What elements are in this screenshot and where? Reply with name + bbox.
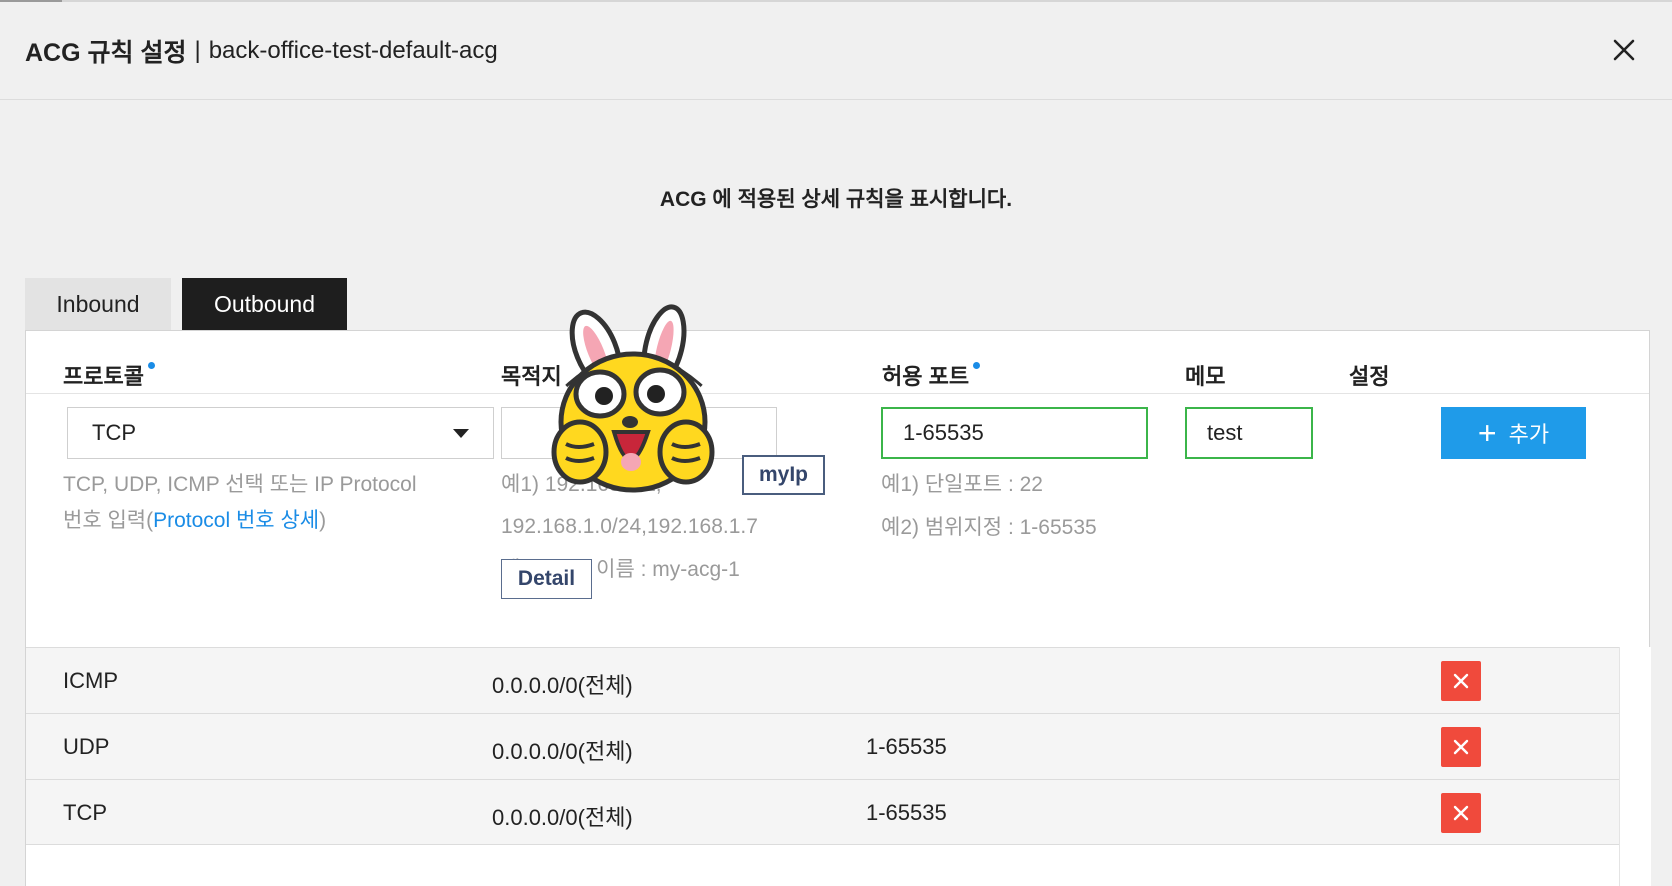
protocol-selected-value: TCP xyxy=(92,420,136,445)
protocol-number-link[interactable]: Protocol 번호 상세 xyxy=(153,509,319,532)
page-description: ACG 에 적용된 상세 규칙을 표시합니다. xyxy=(659,188,1013,211)
delete-rule-button[interactable] xyxy=(1441,793,1481,833)
plus-icon: + xyxy=(1477,415,1497,451)
rule-protocol: TCP xyxy=(63,800,107,825)
tab-outbound[interactable]: Outbound xyxy=(182,278,347,330)
tab-inbound[interactable]: Inbound xyxy=(25,278,171,330)
port-hint-line1: 예1) 단일포트 : 22 xyxy=(881,473,1043,496)
scrollbar[interactable] xyxy=(1619,647,1651,886)
close-button[interactable] xyxy=(1606,32,1642,68)
settings-header-label: 설정 xyxy=(1349,364,1390,389)
close-icon xyxy=(1453,673,1469,689)
rule-destination: 0.0.0.0/0(전체) xyxy=(492,805,633,830)
rule-protocol: ICMP xyxy=(63,668,118,693)
table-row: ICMP 0.0.0.0/0(전체) xyxy=(26,647,1619,713)
close-icon xyxy=(1613,39,1635,61)
port-header-label: 허용 포트 xyxy=(882,364,970,389)
protocol-header-label: 프로토콜 xyxy=(63,364,144,389)
delete-rule-button[interactable] xyxy=(1441,727,1481,767)
mascot-sticker-image xyxy=(551,304,715,493)
add-rule-button[interactable]: + 추가 xyxy=(1441,407,1586,459)
port-input[interactable] xyxy=(881,407,1148,459)
column-header-settings: 설정 xyxy=(1349,359,1389,391)
rule-port: 1-65535 xyxy=(866,734,947,759)
rule-protocol: UDP xyxy=(63,734,110,759)
table-row: UDP 0.0.0.0/0(전체) 1-65535 xyxy=(26,713,1619,779)
modal-title: ACG 규칙 설정 xyxy=(25,38,187,67)
add-button-label: 추가 xyxy=(1508,422,1550,447)
protocol-select[interactable]: TCP xyxy=(67,407,494,459)
delete-rule-button[interactable] xyxy=(1441,661,1481,701)
rule-destination: 0.0.0.0/0(전체) xyxy=(492,673,633,698)
protocol-hint-suffix: ) xyxy=(319,509,327,532)
required-dot xyxy=(147,362,155,369)
header-divider xyxy=(26,393,1649,394)
rules-list: ICMP 0.0.0.0/0(전체) UDP 0.0.0.0/0(전체) 1-6… xyxy=(26,647,1619,845)
destination-hint-line2: 192.168.1.0/24,192.168.1.7 xyxy=(501,515,758,538)
close-icon xyxy=(1453,805,1469,821)
required-dot xyxy=(973,362,981,369)
acg-name: back-office-test-default-acg xyxy=(208,36,498,64)
detail-button[interactable]: Detail xyxy=(501,559,592,599)
protocol-hint-line2: 번호 입력(Protocol 번호 상세) xyxy=(63,503,463,539)
column-header-protocol: 프로토콜 xyxy=(63,359,155,391)
port-hint: 예1) 단일포트 : 22 예2) 범위지정 : 1-65535 xyxy=(881,467,1181,546)
title-separator: | xyxy=(194,36,201,64)
protocol-hint: TCP, UDP, ICMP 선택 또는 IP Protocol 번호 입력(P… xyxy=(63,467,463,539)
rule-port: 1-65535 xyxy=(866,800,947,825)
close-icon xyxy=(1453,739,1469,755)
memo-input[interactable] xyxy=(1185,407,1313,459)
column-header-memo: 메모 xyxy=(1185,359,1225,391)
table-row: TCP 0.0.0.0/0(전체) 1-65535 xyxy=(26,779,1619,845)
port-hint-line2: 예2) 범위지정 : 1-65535 xyxy=(881,516,1097,539)
tab-bar: Inbound Outbound xyxy=(25,278,347,330)
memo-header-label: 메모 xyxy=(1185,364,1226,389)
protocol-hint-line1: TCP, UDP, ICMP 선택 또는 IP Protocol xyxy=(63,473,417,496)
chevron-down-icon xyxy=(453,429,469,438)
rule-destination: 0.0.0.0/0(전체) xyxy=(492,739,633,764)
protocol-hint-prefix: 번호 입력( xyxy=(63,509,154,532)
column-header-port: 허용 포트 xyxy=(882,359,981,391)
modal-header: ACG 규칙 설정 | back-office-test-default-acg xyxy=(0,2,1672,100)
rules-panel: 프로토콜 목적지 허용 포트 메모 설정 TCP TCP, UDP, ICMP … xyxy=(25,330,1651,886)
